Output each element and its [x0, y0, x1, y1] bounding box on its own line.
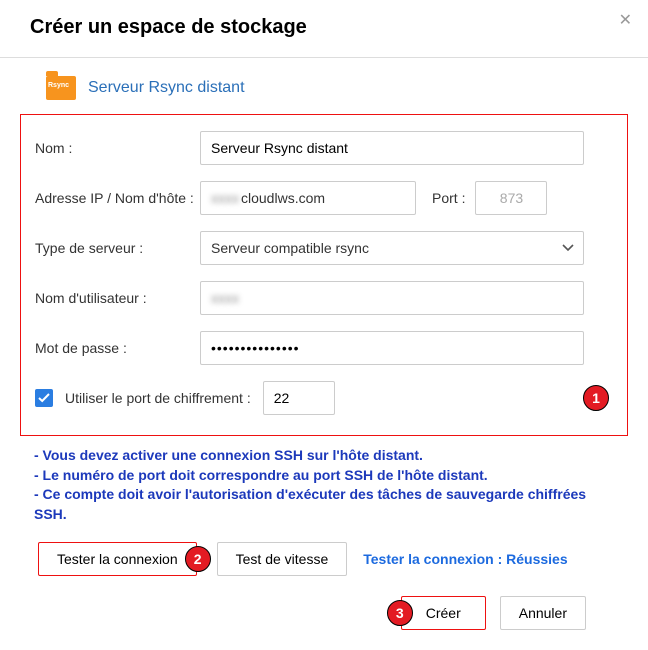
row-username: Nom d'utilisateur : xxxx [35, 281, 613, 315]
hint-3: - Ce compte doit avoir l'autorisation d'… [34, 485, 614, 524]
content: Serveur Rsync distant Nom : Adresse IP /… [0, 68, 648, 650]
server-type-select-wrap[interactable]: Serveur compatible rsync [200, 231, 584, 265]
test-connection-button[interactable]: Tester la connexion [38, 542, 197, 576]
test-result-text: Tester la connexion : Réussies [363, 551, 567, 567]
rsync-folder-icon [46, 76, 76, 100]
username-label: Nom d'utilisateur : [35, 290, 200, 306]
hint-2: - Le numéro de port doit correspondre au… [34, 466, 614, 486]
divider [0, 57, 648, 58]
ip-input[interactable]: xxxxcloudlws.com [200, 181, 416, 215]
password-label: Mot de passe : [35, 340, 200, 356]
server-type-select[interactable]: Serveur compatible rsync [200, 231, 584, 265]
footer: 3 Créer Annuler [20, 582, 628, 630]
row-encryption: Utiliser le port de chiffrement : 1 [35, 381, 613, 415]
form-box: Nom : Adresse IP / Nom d'hôte : xxxxclou… [20, 114, 628, 436]
name-input[interactable] [200, 131, 584, 165]
annotation-marker-3: 3 [387, 600, 413, 626]
row-ip: Adresse IP / Nom d'hôte : xxxxcloudlws.c… [35, 181, 613, 215]
ip-host: cloudlws.com [241, 190, 325, 206]
cancel-button[interactable]: Annuler [500, 596, 586, 630]
create-button[interactable]: Créer [401, 596, 486, 630]
annotation-marker-2: 2 [185, 546, 211, 572]
row-server-type: Type de serveur : Serveur compatible rsy… [35, 231, 613, 265]
ssh-hints: - Vous devez activer une connexion SSH s… [20, 444, 628, 536]
row-password: Mot de passe : [35, 331, 613, 365]
dialog-title: Créer un espace de stockage [30, 16, 618, 39]
port-input[interactable] [475, 181, 547, 215]
password-input[interactable] [200, 331, 584, 365]
button-row: Tester la connexion 2 Test de vitesse Te… [20, 536, 628, 582]
row-name: Nom : [35, 131, 613, 165]
port-label: Port : [432, 190, 465, 206]
hint-1: - Vous devez activer une connexion SSH s… [34, 446, 614, 466]
ip-prefix-hidden: xxxx [211, 190, 239, 206]
test-speed-button[interactable]: Test de vitesse [217, 542, 348, 576]
server-type-label: Type de serveur : [35, 240, 200, 256]
encryption-port-input[interactable] [263, 381, 335, 415]
dialog-header: Créer un espace de stockage [0, 0, 648, 55]
section-title: Serveur Rsync distant [88, 79, 245, 97]
section-head: Serveur Rsync distant [20, 68, 628, 108]
annotation-marker-1: 1 [583, 385, 609, 411]
name-label: Nom : [35, 140, 200, 156]
encryption-checkbox[interactable] [35, 389, 53, 407]
ip-label: Adresse IP / Nom d'hôte : [35, 190, 200, 206]
close-icon[interactable]: ✕ [619, 10, 632, 30]
username-hidden: xxxx [211, 290, 239, 306]
encryption-label: Utiliser le port de chiffrement : [65, 390, 251, 406]
username-input[interactable]: xxxx [200, 281, 584, 315]
